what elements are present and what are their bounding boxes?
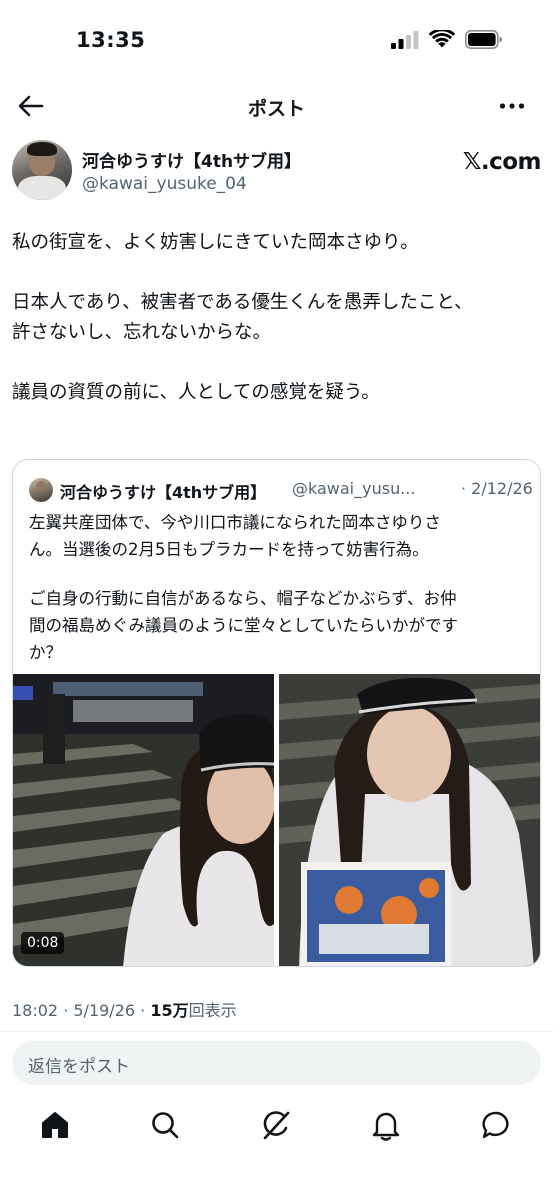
tab-messages[interactable]: [480, 1108, 514, 1142]
photo-image: [279, 674, 540, 966]
quote-header: 河合ゆうすけ【4thサブ用】 @kawai_yusu... · 2/12/26: [29, 478, 533, 502]
search-icon: [152, 1112, 179, 1139]
author-display-name[interactable]: 河合ゆうすけ【4thサブ用】: [82, 147, 301, 172]
status-time: 13:35: [76, 28, 146, 52]
cellular-signal-icon: [391, 30, 419, 49]
source-watermark: 𝕏.com: [462, 149, 542, 175]
video-duration: 0:08: [21, 932, 65, 954]
nav-bar: ポスト: [0, 80, 553, 132]
quote-text: 左翼共産団体で、今や川口市議になられた岡本さゆりさ ん。当選後の2月5日もプラカ…: [29, 509, 529, 666]
quote-text-line: ご自身の行動に自信があるなら、帽子などかぶらず、お仲: [29, 589, 457, 608]
divider: [0, 1031, 553, 1032]
post-text-line: 日本人であり、被害者である優生くんを愚弄したこと、: [12, 292, 473, 313]
quote-avatar: [29, 478, 53, 502]
quote-text-line: ん。当選後の2月5日もプラカードを持って妨害行為。: [29, 540, 429, 559]
post-date: 5/19/26: [73, 1001, 136, 1020]
tab-search[interactable]: [148, 1108, 182, 1142]
quoted-post[interactable]: 河合ゆうすけ【4thサブ用】 @kawai_yusu... · 2/12/26 …: [12, 459, 541, 967]
post-text-line: 私の街宣を、よく妨害しにきていた岡本さゆり。: [12, 232, 419, 253]
reply-input[interactable]: 返信をポスト: [12, 1041, 541, 1085]
post-text: 私の街宣を、よく妨害しにきていた岡本さゆり。 日本人であり、被害者である優生くん…: [12, 228, 541, 408]
post-author: 河合ゆうすけ【4thサブ用】 @kawai_yusuke_04 𝕏.com: [12, 140, 542, 204]
views-label: 回表示: [188, 1001, 237, 1020]
home-icon: [42, 1112, 68, 1138]
tab-home[interactable]: [38, 1108, 72, 1142]
reply-placeholder: 返信をポスト: [28, 1057, 130, 1077]
bottom-tab-bar: [0, 1100, 553, 1154]
post-meta: 18:02 · 5/19/26 · 15万回表示: [12, 1001, 237, 1020]
status-icons: [391, 30, 503, 49]
quote-media: 0:08: [13, 674, 540, 966]
wifi-icon: [429, 30, 455, 48]
quote-date: · 2/12/26: [461, 479, 533, 498]
page-title: ポスト: [247, 98, 305, 120]
avatar[interactable]: [12, 140, 72, 200]
video-frame-image: [13, 674, 274, 966]
more-horizontal-icon: [499, 103, 525, 109]
message-icon: [482, 1111, 509, 1139]
tab-notifications[interactable]: [369, 1108, 403, 1142]
photo-thumbnail[interactable]: [279, 674, 540, 966]
author-handle[interactable]: @kawai_yusuke_04: [82, 174, 247, 194]
more-button[interactable]: [499, 94, 525, 118]
video-thumbnail[interactable]: 0:08: [13, 674, 274, 966]
views-count: 15万: [150, 1001, 189, 1020]
quote-text-line: か？: [29, 643, 62, 662]
post-text-line: 議員の資質の前に、人としての感覚を疑う。: [12, 382, 380, 403]
post-text-line: 許さないし、忘れないからな。: [12, 322, 272, 343]
quote-text-line: 間の福島めぐみ議員のように堂々としていたらいかがです: [29, 616, 458, 635]
battery-icon: [465, 30, 502, 49]
quote-handle: @kawai_yusu...: [292, 479, 416, 498]
status-bar: 13:35: [0, 0, 553, 80]
grok-icon: [263, 1111, 290, 1140]
bell-icon: [372, 1112, 400, 1141]
tab-grok[interactable]: [259, 1108, 293, 1142]
quote-display-name: 河合ゆうすけ【4thサブ用】: [60, 483, 267, 502]
quote-text-line: 左翼共産団体で、今や川口市議になられた岡本さゆりさ: [29, 513, 441, 532]
post-time: 18:02: [12, 1001, 59, 1020]
